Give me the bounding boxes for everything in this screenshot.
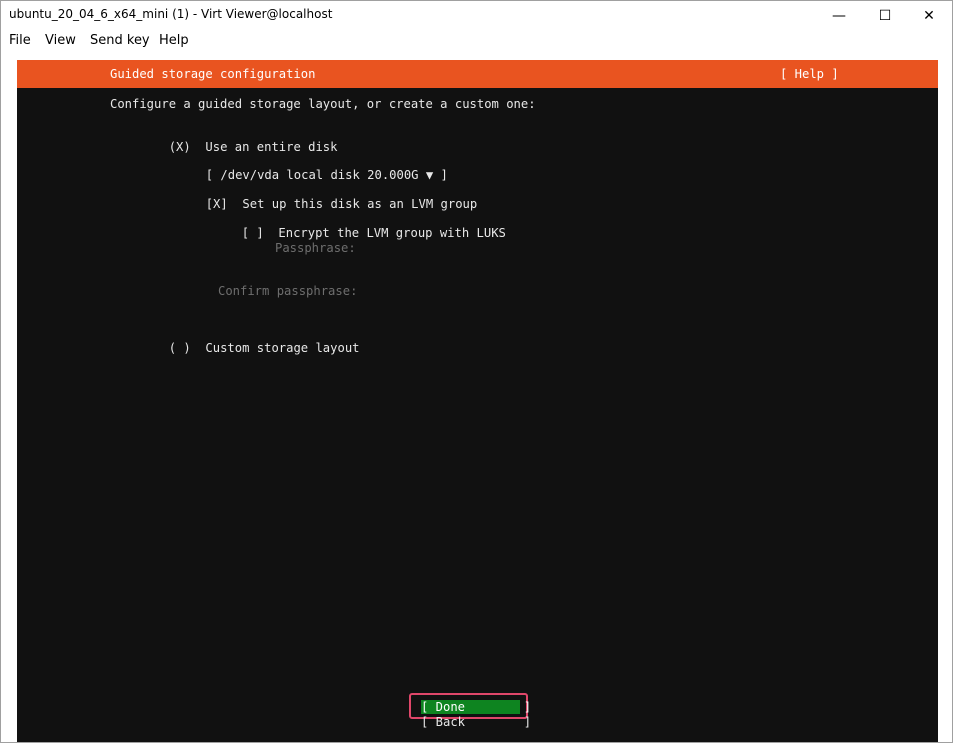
radio-marker: (X) [168,140,191,154]
minimize-icon: — [832,7,846,24]
maximize-button[interactable]: ☐ [862,1,908,30]
window-title: ubuntu_20_04_6_x64_mini (1) - Virt Viewe… [9,7,333,21]
menu-help[interactable]: Help [159,33,189,48]
installer-header: Guided storage configuration [ Help ] [17,60,938,88]
dropdown-open-bracket: [ [205,168,214,182]
passphrase-label: Passphrase: [275,241,356,255]
done-button[interactable]: [ Done ] [421,700,531,714]
menu-view[interactable]: View [45,33,76,48]
menu-file[interactable]: File [9,33,31,48]
menu-send-key[interactable]: Send key [90,33,150,48]
maximize-icon: ☐ [878,7,892,24]
custom-layout-radio[interactable]: ( ) Custom storage layout [110,327,360,369]
checkbox-label: Encrypt the LVM group with LUKS [278,226,506,240]
vm-display-area: Guided storage configuration [ Help ] Co… [1,52,952,742]
checkbox-marker: [ ] [241,226,264,240]
radio-label: Use an entire disk [205,140,338,154]
title-bar: ubuntu_20_04_6_x64_mini (1) - Virt Viewe… [1,1,952,30]
back-button[interactable]: [ Back ] [421,715,531,729]
minimize-button[interactable]: — [816,1,862,30]
vm-console-screen[interactable]: Guided storage configuration [ Help ] Co… [17,60,938,742]
radio-label: Custom storage layout [205,341,360,355]
menu-bar: File View Send key Help [1,30,952,52]
close-button[interactable]: ✕ [906,1,952,30]
confirm-passphrase-label: Confirm passphrase: [218,284,358,298]
dropdown-value: /dev/vda local disk 20.000G [220,168,419,182]
help-button[interactable]: [ Help ] [780,67,839,81]
page-title: Guided storage configuration [110,67,316,81]
chevron-down-icon: ▼ [425,168,434,182]
dropdown-close-bracket: ] [440,168,448,182]
radio-marker: ( ) [168,341,191,355]
intro-text: Configure a guided storage layout, or cr… [110,97,536,111]
checkbox-marker: [X] [205,197,228,211]
close-icon: ✕ [923,7,935,24]
virt-viewer-window: ubuntu_20_04_6_x64_mini (1) - Virt Viewe… [0,0,953,743]
checkbox-label: Set up this disk as an LVM group [242,197,478,211]
